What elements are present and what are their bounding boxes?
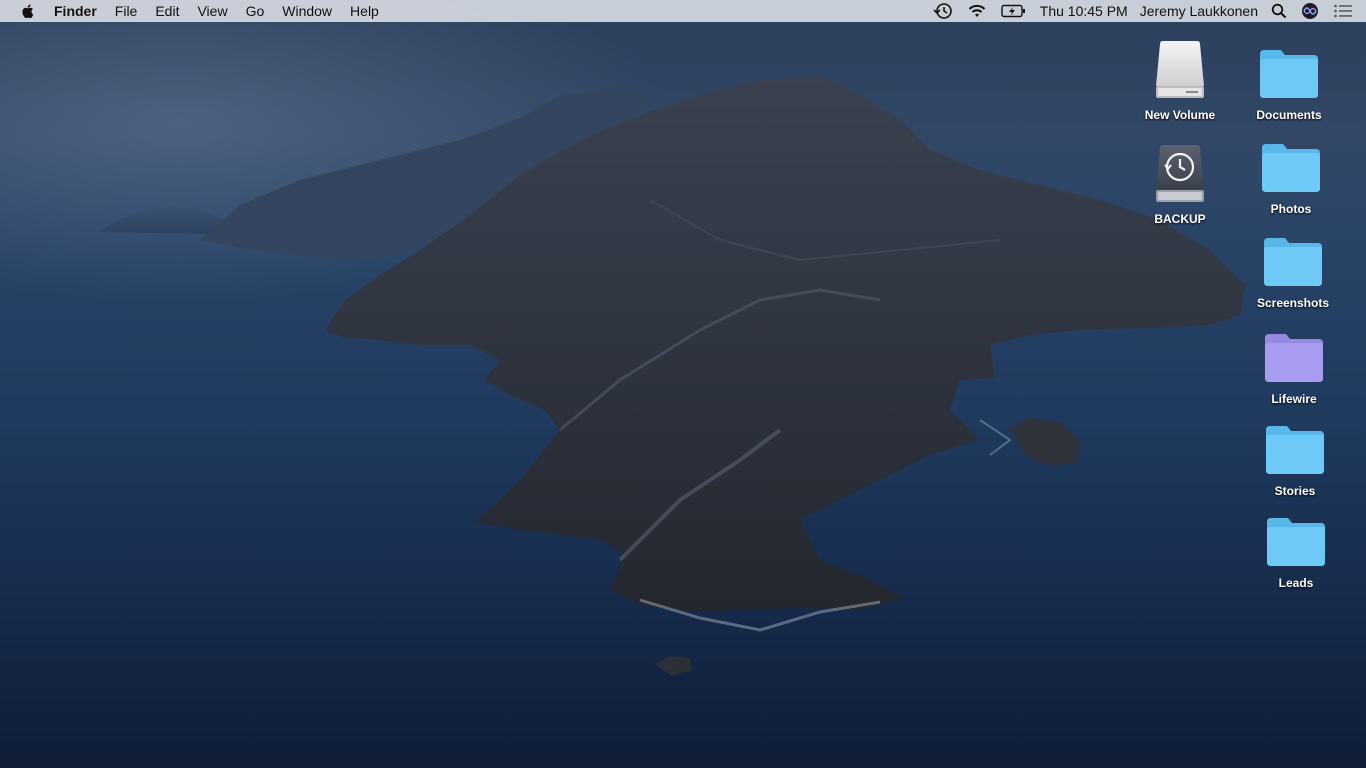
folder-label: Photos bbox=[1270, 202, 1312, 216]
menu-app-finder[interactable]: Finder bbox=[54, 0, 106, 22]
time-machine-icon[interactable] bbox=[926, 0, 960, 22]
menu-edit[interactable]: Edit bbox=[146, 0, 188, 22]
menu-file[interactable]: File bbox=[106, 0, 147, 22]
menu-bar: Finder File Edit View Go Window Help Thu… bbox=[0, 0, 1366, 22]
desktop-folder-documents[interactable]: Documents bbox=[1244, 44, 1334, 122]
folder-label: Leads bbox=[1278, 576, 1314, 590]
menu-window[interactable]: Window bbox=[273, 0, 341, 22]
desktop-volume-new-volume[interactable]: New Volume bbox=[1135, 38, 1225, 122]
folder-icon bbox=[1259, 138, 1323, 199]
desktop-folder-stories[interactable]: Stories bbox=[1250, 420, 1340, 498]
folder-icon bbox=[1257, 44, 1321, 105]
siri-icon[interactable] bbox=[1294, 0, 1326, 22]
menu-help[interactable]: Help bbox=[341, 0, 388, 22]
battery-charging-icon[interactable] bbox=[994, 0, 1034, 22]
desktop-folder-screenshots[interactable]: Screenshots bbox=[1248, 232, 1338, 310]
volume-label: BACKUP bbox=[1154, 212, 1206, 226]
menu-view[interactable]: View bbox=[188, 0, 236, 22]
folder-label: Screenshots bbox=[1256, 296, 1330, 310]
apple-menu-icon[interactable] bbox=[0, 0, 54, 22]
menu-go[interactable]: Go bbox=[237, 0, 274, 22]
folder-label: Lifewire bbox=[1271, 392, 1317, 406]
menu-clock[interactable]: Thu 10:45 PM bbox=[1034, 0, 1134, 22]
search-icon[interactable] bbox=[1264, 0, 1294, 22]
desktop-volume-backup[interactable]: BACKUP bbox=[1135, 142, 1225, 226]
desktop-folder-lifewire[interactable]: Lifewire bbox=[1249, 328, 1339, 406]
folder-icon bbox=[1262, 328, 1326, 389]
desktop-folder-photos[interactable]: Photos bbox=[1246, 138, 1336, 216]
menu-user-name[interactable]: Jeremy Laukkonen bbox=[1134, 0, 1264, 22]
folder-icon bbox=[1264, 512, 1328, 573]
wifi-icon[interactable] bbox=[960, 0, 994, 22]
folder-icon bbox=[1261, 232, 1325, 293]
external-drive-icon bbox=[1152, 38, 1208, 105]
volume-label: New Volume bbox=[1144, 108, 1216, 122]
notification-center-icon[interactable] bbox=[1326, 0, 1360, 22]
desktop-folder-leads[interactable]: Leads bbox=[1251, 512, 1341, 590]
time-machine-drive-icon bbox=[1152, 142, 1208, 209]
folder-icon bbox=[1263, 420, 1327, 481]
folder-label: Documents bbox=[1256, 108, 1322, 122]
folder-label: Stories bbox=[1274, 484, 1316, 498]
desktop[interactable]: Finder File Edit View Go Window Help Thu… bbox=[0, 0, 1366, 768]
